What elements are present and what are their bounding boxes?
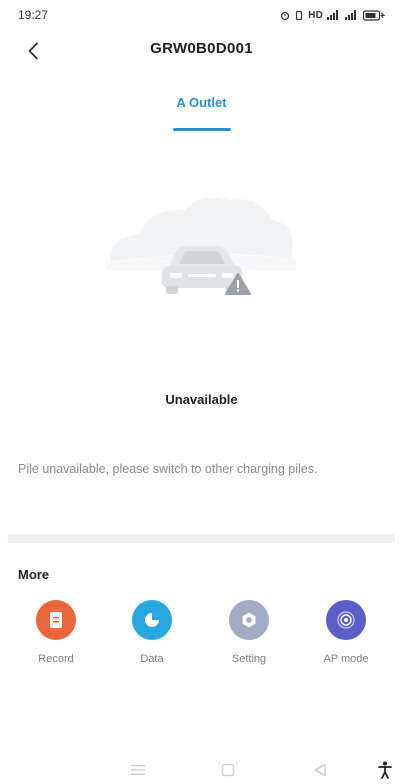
accessibility-icon bbox=[378, 761, 392, 779]
data-button[interactable]: Data bbox=[112, 600, 192, 665]
hd-icon: HD bbox=[308, 9, 323, 21]
data-label: Data bbox=[140, 653, 164, 665]
ap-mode-label: AP mode bbox=[323, 653, 369, 665]
menu-icon bbox=[131, 765, 145, 775]
signal-icon bbox=[327, 10, 341, 20]
tab-a-outlet[interactable]: A Outlet bbox=[176, 95, 226, 110]
wireless-icon bbox=[326, 600, 366, 640]
home-button[interactable] bbox=[218, 760, 238, 780]
status-message: Pile unavailable, please switch to other… bbox=[18, 462, 318, 476]
car-warning-icon bbox=[100, 188, 300, 313]
page-title: GRW0B0D001 bbox=[150, 40, 253, 57]
gear-icon bbox=[229, 600, 269, 640]
record-icon bbox=[36, 600, 76, 640]
ap-mode-button[interactable]: AP mode bbox=[306, 600, 386, 665]
home-icon bbox=[221, 763, 235, 777]
setting-label: Setting bbox=[231, 653, 267, 665]
section-divider bbox=[8, 534, 395, 543]
system-nav-bar bbox=[0, 756, 403, 784]
back-icon bbox=[314, 763, 326, 777]
setting-button[interactable]: Setting bbox=[209, 600, 289, 665]
tab-active-indicator bbox=[173, 128, 231, 131]
battery-icon bbox=[363, 9, 385, 21]
status-time: 19:27 bbox=[18, 8, 49, 22]
status-title: Unavailable bbox=[165, 392, 238, 407]
record-button[interactable]: Record bbox=[16, 600, 96, 665]
alarm-icon bbox=[280, 10, 290, 21]
signal-icon bbox=[345, 10, 359, 20]
more-actions: Record Data Setting AP mode bbox=[0, 600, 403, 680]
status-bar: 19:27 HD bbox=[0, 0, 403, 30]
system-back-button[interactable] bbox=[310, 760, 330, 780]
record-label: Record bbox=[38, 653, 74, 665]
vibrate-icon bbox=[294, 10, 304, 21]
menu-button[interactable] bbox=[128, 760, 148, 780]
tab-bar: A Outlet bbox=[0, 94, 403, 112]
more-section-title: More bbox=[18, 567, 50, 582]
accessibility-button[interactable] bbox=[375, 760, 395, 780]
status-icons: HD bbox=[280, 10, 385, 21]
header: GRW0B0D001 bbox=[0, 30, 403, 70]
pie-chart-icon bbox=[132, 600, 172, 640]
